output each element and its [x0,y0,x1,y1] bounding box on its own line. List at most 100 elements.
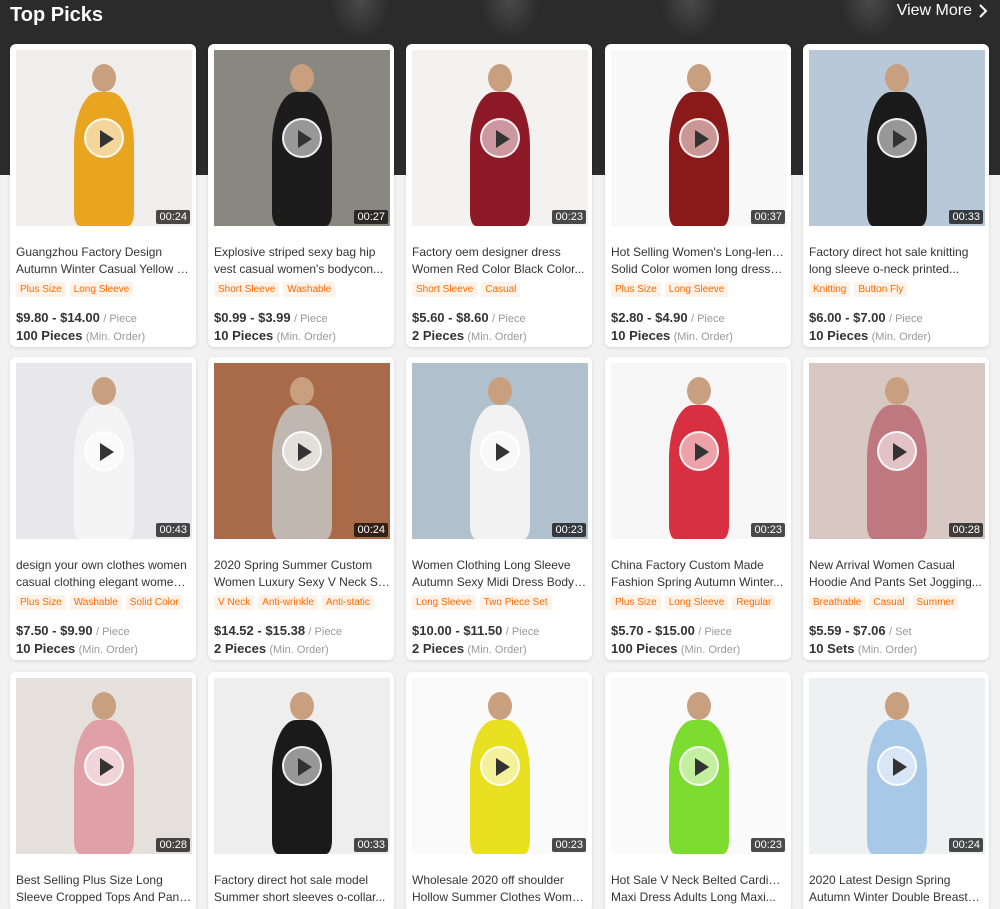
product-title[interactable]: Guangzhou Factory Design Autumn Winter Ca… [16,244,192,278]
video-duration: 00:28 [156,838,190,852]
product-title[interactable]: Hot Sale V Neck Belted Cardigan Maxi Dres… [611,872,787,906]
model-head [488,377,512,405]
play-icon[interactable] [282,118,322,158]
product-card[interactable]: 00:33 Factory direct hot sale knitting lon… [803,44,989,347]
product-video-thumbnail[interactable]: 00:33 [214,678,390,854]
product-title[interactable]: design your own clothes women casual clot… [16,557,192,591]
product-video-thumbnail[interactable]: 00:28 [809,363,985,539]
min-order: 100 Pieces (Min. Order) [16,328,145,343]
play-icon[interactable] [84,118,124,158]
product-tag: Anti-wrinkle [258,595,318,610]
price-range: $5.60 - $8.60 [412,310,489,325]
product-video-thumbnail[interactable]: 00:43 [16,363,192,539]
product-video-thumbnail[interactable]: 00:28 [16,678,192,854]
play-icon[interactable] [679,118,719,158]
video-duration: 00:43 [156,523,190,537]
product-card[interactable]: 00:23 Hot Sale V Neck Belted Cardigan Maxi… [605,672,791,909]
product-card[interactable]: 00:28 Best Selling Plus Size Long Sleeve C… [10,672,196,909]
play-icon[interactable] [877,118,917,158]
product-card[interactable]: 00:27 Explosive striped sexy bag hip vest … [208,44,394,347]
decor-lamp [660,0,720,40]
product-card[interactable]: 00:23 China Factory Custom Made Fashion Sp… [605,357,791,660]
model-head [290,377,314,405]
product-video-thumbnail[interactable]: 00:24 [809,678,985,854]
video-duration: 00:24 [949,838,983,852]
price-range: $2.80 - $4.90 [611,310,688,325]
model-head [885,377,909,405]
product-video-thumbnail[interactable]: 00:24 [16,50,192,226]
product-title[interactable]: Women Clothing Long Sleeve Autumn Sexy Mi… [412,557,588,591]
product-title[interactable]: 2020 Spring Summer Custom Women Luxury Se… [214,557,390,591]
product-card[interactable]: 00:33 Factory direct hot sale model Summer… [208,672,394,909]
play-icon[interactable] [480,431,520,471]
product-card[interactable]: 00:23 Wholesale 2020 off shoulder Hollow S… [406,672,592,909]
min-order: 10 Pieces (Min. Order) [611,328,733,343]
product-tag: V Neck [214,595,255,610]
product-tag: Washable [283,282,336,297]
min-order-note: (Min. Order) [467,644,527,656]
product-tag: Casual [869,595,909,610]
play-icon[interactable] [877,746,917,786]
model-head [885,692,909,720]
product-tag: Two Piece Set [479,595,552,610]
play-icon[interactable] [84,746,124,786]
price-unit: / Piece [690,313,725,325]
model-head [290,692,314,720]
product-video-thumbnail[interactable]: 00:27 [214,50,390,226]
garment-shape [669,405,729,539]
product-video-thumbnail[interactable]: 00:24 [214,363,390,539]
min-order-note: (Min. Order) [673,331,733,343]
play-icon[interactable] [679,746,719,786]
play-icon[interactable] [877,431,917,471]
product-title-line: 2020 Latest Design Spring [809,873,951,887]
product-card[interactable]: 00:28 New Arrival Women Casual Hoodie And … [803,357,989,660]
product-card[interactable]: 00:23 Women Clothing Long Sleeve Autumn Se… [406,357,592,660]
product-title[interactable]: Wholesale 2020 off shoulder Hollow Summer… [412,872,588,906]
min-order-qty: 10 Sets [809,641,855,656]
product-card[interactable]: 00:43 design your own clothes women casual… [10,357,196,660]
product-title[interactable]: 2020 Latest Design Spring Autumn Winter D… [809,872,985,906]
product-title[interactable]: Best Selling Plus Size Long Sleeve Croppe… [16,872,192,906]
video-duration: 00:33 [949,210,983,224]
product-tags: Short Sleeve Washable [214,282,336,297]
garment-shape [74,720,134,854]
price-range: $14.52 - $15.38 [214,623,306,638]
min-order: 10 Sets (Min. Order) [809,641,917,656]
product-video-thumbnail[interactable]: 00:33 [809,50,985,226]
product-title[interactable]: Hot Selling Women's Long-length Solid Col… [611,244,787,278]
min-order-qty: 2 Pieces [214,641,267,656]
product-card[interactable]: 00:37 Hot Selling Women's Long-length Soli… [605,44,791,347]
product-card[interactable]: 00:24 2020 Latest Design Spring Autumn Win… [803,672,989,909]
product-title[interactable]: New Arrival Women Casual Hoodie And Pants… [809,557,985,591]
play-icon[interactable] [282,746,322,786]
view-more-link[interactable]: View More [897,2,988,20]
play-icon[interactable] [480,746,520,786]
min-order-qty: 100 Pieces [611,641,678,656]
product-title[interactable]: Factory oem designer dress Women Red Colo… [412,244,588,278]
product-title[interactable]: Factory direct hot sale model Summer shor… [214,872,390,906]
product-video-thumbnail[interactable]: 00:23 [412,678,588,854]
garment-shape [470,92,530,226]
product-video-thumbnail[interactable]: 00:23 [611,678,787,854]
product-card[interactable]: 00:23 Factory oem designer dress Women Red… [406,44,592,347]
product-video-thumbnail[interactable]: 00:23 [412,363,588,539]
play-icon[interactable] [282,431,322,471]
product-video-thumbnail[interactable]: 00:23 [412,50,588,226]
play-icon[interactable] [679,431,719,471]
product-title-line: Autumn Sexy Midi Dress Bodyco... [412,575,588,589]
product-video-thumbnail[interactable]: 00:23 [611,363,787,539]
product-title[interactable]: China Factory Custom Made Fashion Spring … [611,557,787,591]
product-title-line: Women Luxury Sexy V Neck Slin... [214,575,390,589]
play-icon[interactable] [480,118,520,158]
min-order-note: (Min. Order) [269,644,329,656]
product-tag: Solid Color [125,595,183,610]
product-card[interactable]: 00:24 2020 Spring Summer Custom Women Luxu… [208,357,394,660]
product-title[interactable]: Explosive striped sexy bag hip vest casua… [214,244,390,278]
garment-shape [272,405,332,539]
price-range: $0.99 - $3.99 [214,310,291,325]
play-icon[interactable] [84,431,124,471]
product-title[interactable]: Factory direct hot sale knitting long sle… [809,244,985,278]
product-title-line: Hot Sale V Neck Belted Cardigan [611,873,787,887]
product-card[interactable]: 00:24 Guangzhou Factory Design Autumn Wint… [10,44,196,347]
product-video-thumbnail[interactable]: 00:37 [611,50,787,226]
